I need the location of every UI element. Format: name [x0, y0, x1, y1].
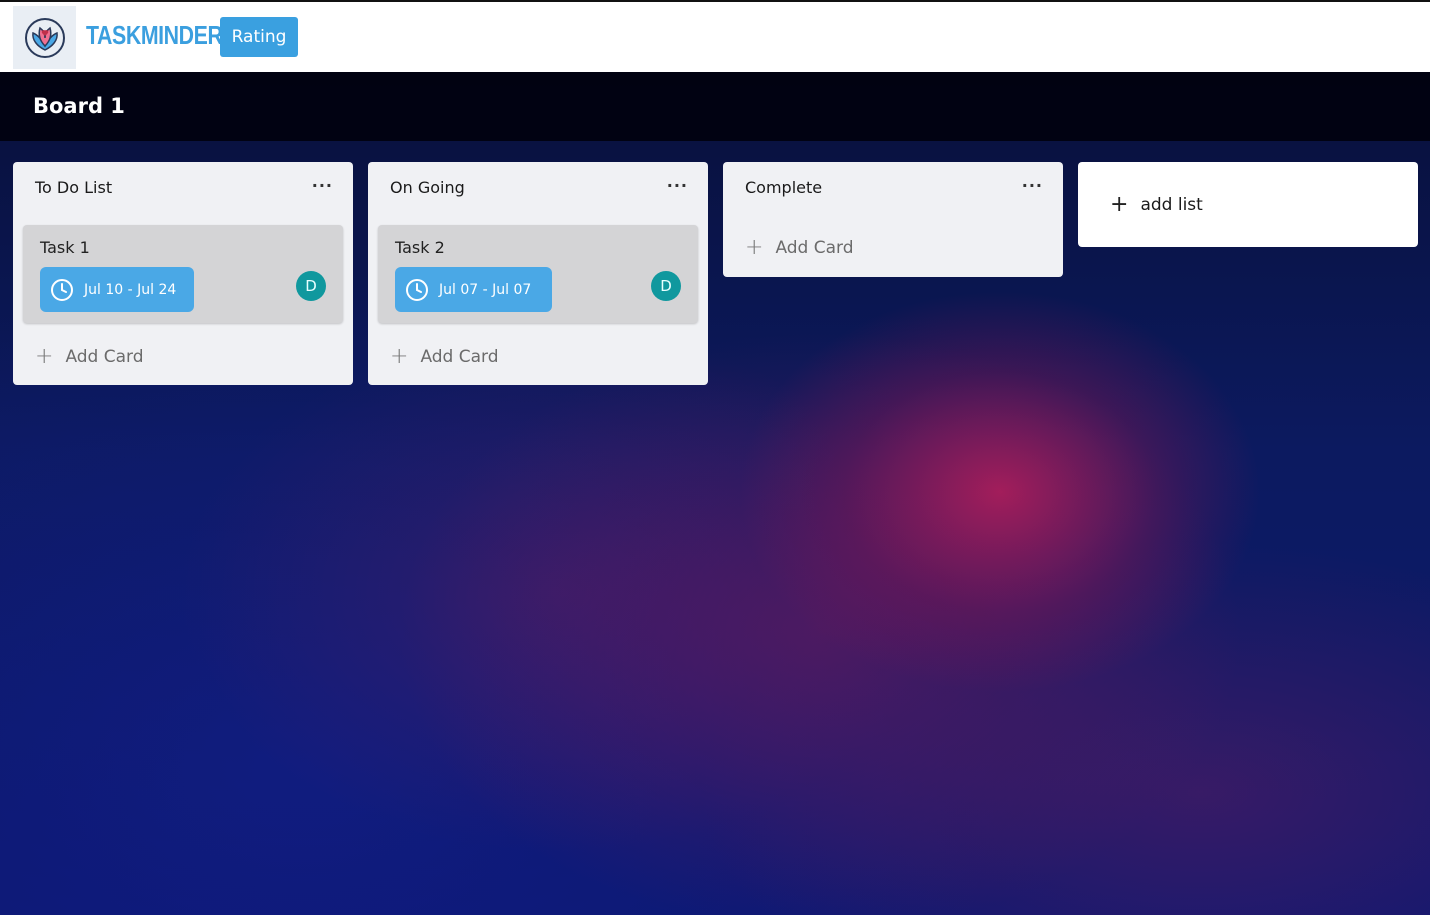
list-title: To Do List	[35, 178, 113, 197]
add-card-button[interactable]: + Add Card	[745, 235, 854, 260]
plus-icon: +	[745, 235, 764, 260]
list-title: On Going	[390, 178, 465, 197]
list-to-do: To Do List ··· Task 1 Jul 10 - Jul 24 D …	[13, 162, 353, 385]
plus-icon: +	[35, 344, 54, 369]
task-card[interactable]: Task 2 Jul 07 - Jul 07 D	[378, 225, 698, 323]
avatar[interactable]: D	[651, 271, 681, 301]
list-menu-icon[interactable]: ···	[1022, 176, 1043, 195]
add-card-button[interactable]: + Add Card	[390, 344, 499, 369]
card-title: Task 2	[395, 238, 445, 257]
add-card-label: Add Card	[65, 346, 144, 367]
clock-icon	[405, 278, 429, 302]
list-menu-icon[interactable]: ···	[667, 176, 688, 195]
task-card[interactable]: Task 1 Jul 10 - Jul 24 D	[23, 225, 343, 323]
list-title: Complete	[745, 178, 823, 197]
add-list-label: add list	[1140, 194, 1203, 215]
date-range: Jul 10 - Jul 24	[84, 281, 177, 298]
app-logo[interactable]	[13, 6, 76, 69]
list-menu-icon[interactable]: ···	[312, 176, 333, 195]
add-card-label: Add Card	[420, 346, 499, 367]
avatar[interactable]: D	[296, 271, 326, 301]
board-header: Board 1	[0, 72, 1430, 141]
rating-button[interactable]: Rating	[220, 17, 298, 57]
brand-name: TASKMINDER	[86, 20, 223, 50]
plus-icon: +	[390, 344, 409, 369]
date-badge[interactable]: Jul 07 - Jul 07	[395, 267, 552, 312]
add-list-button[interactable]: + add list	[1078, 162, 1418, 247]
card-title: Task 1	[40, 238, 90, 257]
top-navbar: TASKMINDER Rating	[0, 0, 1430, 72]
clock-icon	[50, 278, 74, 302]
list-on-going: On Going ··· Task 2 Jul 07 - Jul 07 D + …	[368, 162, 708, 385]
add-card-button[interactable]: + Add Card	[35, 344, 144, 369]
board-title: Board 1	[33, 94, 125, 118]
date-range: Jul 07 - Jul 07	[439, 281, 532, 298]
plus-icon: +	[1110, 192, 1129, 217]
board-area: Board 1 To Do List ··· Task 1 Jul 10 - J…	[0, 72, 1430, 915]
list-complete: Complete ··· + Add Card	[723, 162, 1063, 277]
lotus-heart-icon	[24, 17, 65, 58]
add-card-label: Add Card	[775, 237, 854, 258]
date-badge[interactable]: Jul 10 - Jul 24	[40, 267, 194, 312]
